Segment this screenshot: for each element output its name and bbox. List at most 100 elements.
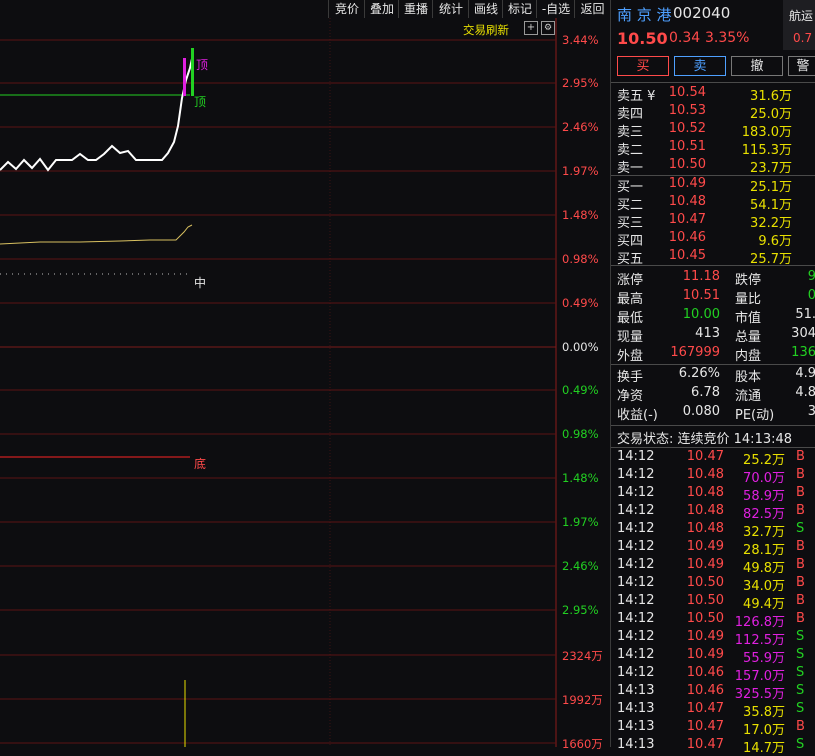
stock-code: 002040 bbox=[673, 4, 731, 22]
ask-label: 卖一 bbox=[617, 161, 644, 176]
stat-value: 3 bbox=[807, 404, 815, 419]
quote-panel: 南 京 港 002040 航运 0.7 10.50 0.34 3.35% 买 卖… bbox=[610, 0, 815, 756]
bid-label: 买一 bbox=[617, 180, 644, 195]
tick-price: 10.46 bbox=[686, 665, 724, 680]
stat-label: 涨停 bbox=[617, 273, 644, 288]
tick-time: 14:12 bbox=[617, 521, 655, 536]
y-axis-label: 1.97% bbox=[562, 164, 599, 178]
chart-gridlines bbox=[0, 39, 556, 744]
stat-value: 413 bbox=[695, 326, 720, 341]
chart-toolbar: 竞价 叠加 重播 统计 画线 标记 -自选 返回 bbox=[0, 0, 609, 18]
tick-price: 10.47 bbox=[686, 719, 724, 734]
tick-price: 10.48 bbox=[686, 521, 724, 536]
alert-button[interactable]: 警 bbox=[788, 56, 815, 76]
bid-row: 买一 10.49 25.1万 bbox=[611, 176, 815, 195]
marker-mid: 中 bbox=[194, 276, 207, 290]
marker-top: 顶 bbox=[196, 58, 209, 72]
stat-label: 净资 bbox=[617, 389, 644, 404]
tick-side: S bbox=[796, 701, 805, 716]
ask-price: 10.50 bbox=[668, 157, 706, 172]
stat-row: 换手 6.26% 股本 4.9 bbox=[611, 366, 815, 385]
ask-price: 10.51 bbox=[668, 139, 706, 154]
sector-tag: 航运 bbox=[789, 9, 814, 23]
stat-value: 0 bbox=[807, 288, 815, 303]
trade-status: 交易状态: 连续竞价 14:13:48 bbox=[617, 432, 793, 447]
tick-price: 10.46 bbox=[686, 683, 724, 698]
ask-row: 卖五 ¥ 10.54 31.6万 bbox=[611, 85, 815, 104]
tick-time: 14:12 bbox=[617, 575, 655, 590]
ask-volume: 115.3万 bbox=[741, 143, 792, 158]
tick-volume: 58.9万 bbox=[743, 489, 785, 504]
cancel-order-button[interactable]: 撤 bbox=[731, 56, 783, 76]
tick-price: 10.47 bbox=[686, 737, 724, 752]
stat-label: 内盘 bbox=[735, 349, 762, 364]
tick-side: B bbox=[796, 467, 805, 482]
stat-value: 51. bbox=[795, 307, 815, 322]
stock-price: 10.50 bbox=[617, 29, 668, 48]
toolbar-replay-button[interactable]: 重播 bbox=[398, 0, 433, 18]
y-axis-label: 2.46% bbox=[562, 559, 599, 573]
ask-volume: 25.0万 bbox=[750, 107, 792, 122]
sector-box[interactable]: 航运 0.7 bbox=[783, 0, 815, 50]
buy-button[interactable]: 买 bbox=[617, 56, 669, 76]
tick-side: B bbox=[796, 539, 805, 554]
intraday-chart[interactable]: 交易刷新 + ⚙ 顶 顶 中 底 3.44% 2.95% 2.46% 1.97% 1.4… bbox=[0, 18, 609, 751]
settings-icon[interactable]: ⚙ bbox=[541, 21, 555, 35]
ask-label: 卖四 bbox=[617, 107, 644, 122]
toolbar-watchlist-button[interactable]: -自选 bbox=[536, 0, 575, 18]
tick-side: B bbox=[796, 611, 805, 626]
stat-value: 6.26% bbox=[678, 366, 720, 381]
tick-volume: 126.8万 bbox=[734, 615, 785, 630]
sell-button[interactable]: 卖 bbox=[674, 56, 726, 76]
tick-volume: 32.7万 bbox=[743, 525, 785, 540]
stat-value: 10.51 bbox=[682, 288, 720, 303]
y-axis-label: 1.48% bbox=[562, 471, 599, 485]
chart-canvas bbox=[0, 18, 557, 747]
tick-row: 14:12 10.50 49.4万 B bbox=[611, 593, 815, 612]
tick-side: S bbox=[796, 647, 805, 662]
stat-value: 4.8 bbox=[795, 385, 815, 400]
tick-side: B bbox=[796, 449, 805, 464]
y-axis-label: 0.98% bbox=[562, 427, 599, 441]
tick-volume: 35.8万 bbox=[743, 705, 785, 720]
y-axis-label: 1992万 bbox=[562, 693, 603, 707]
toolbar-mark-button[interactable]: 标记 bbox=[502, 0, 537, 18]
toolbar-stats-button[interactable]: 统计 bbox=[432, 0, 469, 18]
tick-volume: 34.0万 bbox=[743, 579, 785, 594]
stat-label: 股本 bbox=[735, 370, 762, 385]
tick-time: 14:13 bbox=[617, 701, 655, 716]
bid-label: 买二 bbox=[617, 198, 644, 213]
tick-side: B bbox=[796, 593, 805, 608]
y-axis-label: 1660万 bbox=[562, 737, 603, 751]
stat-label: 换手 bbox=[617, 370, 644, 385]
refresh-label[interactable]: 交易刷新 bbox=[463, 22, 509, 38]
toolbar-back-button[interactable]: 返回 bbox=[574, 0, 610, 18]
y-axis-label: 3.44% bbox=[562, 33, 599, 47]
bid-price: 10.46 bbox=[668, 230, 706, 245]
stock-change: 0.34 bbox=[669, 30, 701, 46]
tick-row: 14:12 10.49 112.5万 S bbox=[611, 629, 815, 648]
expand-icon[interactable]: + bbox=[524, 21, 538, 35]
stat-label: 最低 bbox=[617, 311, 644, 326]
tick-time: 14:13 bbox=[617, 719, 655, 734]
toolbar-auction-button[interactable]: 竞价 bbox=[328, 0, 365, 18]
tick-time: 14:12 bbox=[617, 665, 655, 680]
tick-volume: 49.4万 bbox=[743, 597, 785, 612]
tick-time: 14:12 bbox=[617, 503, 655, 518]
ask-row: 卖三 10.52 183.0万 bbox=[611, 121, 815, 140]
stat-label: 外盘 bbox=[617, 349, 644, 364]
stat-value: 167999 bbox=[670, 345, 720, 360]
tick-time: 14:12 bbox=[617, 467, 655, 482]
tick-time: 14:13 bbox=[617, 683, 655, 698]
tick-row: 14:12 10.50 34.0万 B bbox=[611, 575, 815, 594]
tick-volume: 325.5万 bbox=[734, 687, 785, 702]
bid-row: 买三 10.47 32.2万 bbox=[611, 212, 815, 231]
tick-time: 14:12 bbox=[617, 557, 655, 572]
toolbar-draw-button[interactable]: 画线 bbox=[468, 0, 503, 18]
stat-label: PE(动) bbox=[735, 408, 775, 423]
tick-price: 10.49 bbox=[686, 557, 724, 572]
bid-price: 10.48 bbox=[668, 194, 706, 209]
toolbar-overlay-button[interactable]: 叠加 bbox=[364, 0, 399, 18]
ask-label: 卖五 ¥ bbox=[617, 89, 656, 104]
bid-row: 买五 10.45 25.7万 bbox=[611, 248, 815, 267]
